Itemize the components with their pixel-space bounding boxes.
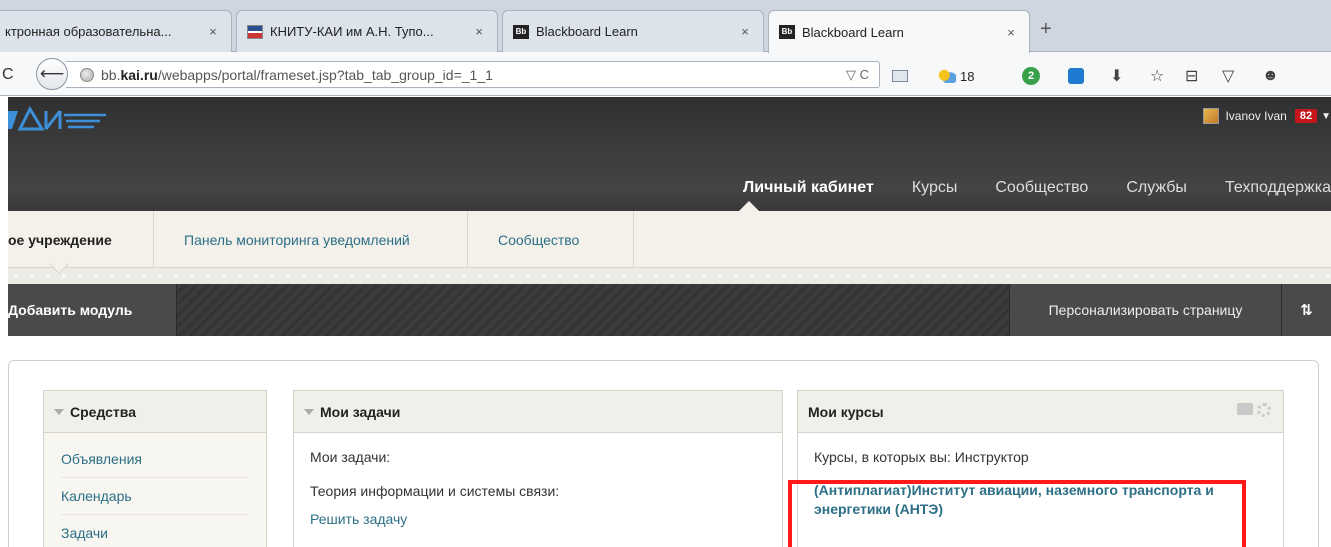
task-heading: Мои задачи: [310, 449, 391, 465]
collapse-triangle-icon[interactable] [304, 408, 314, 415]
module-tools: Средства Объявления Календарь Задачи [43, 390, 267, 547]
active-nav-pointer [739, 201, 759, 211]
add-module-button[interactable]: Добавить модуль [8, 284, 177, 336]
blackboard-icon: Bb [779, 25, 795, 39]
module-view-icon[interactable] [1237, 403, 1253, 415]
tab-title: Blackboard Learn [802, 24, 904, 40]
nav-services[interactable]: Службы [1126, 179, 1187, 197]
browser-tab-1[interactable]: ктронная образовательна... × [0, 10, 232, 52]
kai-logo[interactable] [8, 103, 108, 139]
link-announcements[interactable]: Объявления [61, 433, 249, 478]
url-reload-icon[interactable]: ▽ C [846, 67, 869, 83]
close-icon[interactable]: × [737, 24, 753, 39]
module-title: Мои задачи [320, 403, 401, 420]
extension-blue-icon[interactable] [1068, 66, 1084, 86]
tab-notification-dashboard[interactable]: Панель мониторинга уведомлений [154, 211, 468, 268]
module-header[interactable]: Средства [44, 391, 266, 433]
module-title: Мои курсы [808, 403, 884, 420]
nav-support[interactable]: Техподдержка [1225, 179, 1331, 197]
globe-icon [80, 67, 94, 82]
tab-my-institution[interactable]: ое учреждение [8, 211, 154, 268]
url-path: /webapps/portal/frameset.jsp?tab_tab_gro… [157, 66, 493, 83]
main-navigation: Личный кабинет Курсы Сообщество Службы Т… [705, 179, 1331, 197]
course-role-label: Курсы, в которых вы: Инструктор [814, 449, 1029, 465]
browser-tab-bar: ктронная образовательна... × КНИТУ-КАИ и… [0, 0, 1331, 53]
reload-partial-icon[interactable]: C [2, 66, 14, 84]
blackboard-icon: Bb [513, 24, 529, 39]
close-icon[interactable]: × [205, 24, 221, 39]
weather-temp: 18 [960, 68, 975, 84]
user-menu[interactable]: Ivanov Ivan 82 ▼ [1203, 105, 1331, 127]
tab-community[interactable]: Сообщество [468, 211, 634, 268]
arrow-left-icon: ⟵ [39, 64, 65, 83]
extension-badge-icon[interactable]: 2 [1022, 66, 1040, 86]
browser-tab-4-active[interactable]: Bb Blackboard Learn × [768, 10, 1030, 53]
notification-count-badge[interactable]: 82 [1294, 109, 1318, 123]
module-my-tasks: Мои задачи Мои задачи: Теория информации… [293, 390, 783, 547]
action-bar: Добавить модуль Персонализировать страни… [8, 284, 1331, 336]
link-calendar[interactable]: Календарь [61, 478, 249, 515]
tab-title: КНИТУ-КАИ им А.Н. Тупо... [270, 24, 434, 39]
nav-community[interactable]: Сообщество [995, 179, 1088, 197]
module-body: Мои задачи: Теория информации и системы … [294, 433, 782, 547]
url-host: bb. [101, 66, 121, 83]
decorative-divider [8, 268, 1331, 284]
user-name: Ivanov Ivan [1225, 109, 1287, 123]
chevron-down-icon[interactable]: ▼ [1321, 111, 1331, 122]
bookmark-star-icon[interactable]: ☆ [1150, 66, 1164, 86]
reading-list-icon[interactable]: ⊟ [1185, 66, 1198, 86]
module-tools [1237, 403, 1271, 417]
new-tab-button[interactable]: + [1040, 18, 1052, 41]
nav-courses[interactable]: Курсы [912, 179, 958, 197]
solve-task-link[interactable]: Решить задачу [294, 499, 782, 527]
chat-icon[interactable]: ☻ [1262, 66, 1279, 86]
tab-title: Blackboard Learn [536, 24, 638, 39]
module-title: Средства [70, 403, 137, 420]
download-icon[interactable]: ⬇ [1110, 66, 1123, 86]
nav-my-cabinet[interactable]: Личный кабинет [743, 179, 874, 197]
module-body: Объявления Календарь Задачи [44, 433, 266, 547]
site-header: Ivanov Ivan 82 ▼ Личный кабинет Курсы Со… [8, 97, 1331, 211]
link-tasks[interactable]: Задачи [61, 515, 249, 547]
url-host-bold: kai.ru [120, 66, 158, 83]
weather-icon[interactable]: 18 [938, 66, 974, 86]
sub-tabs: ое учреждение Панель мониторинга уведомл… [8, 211, 1331, 268]
gear-icon[interactable] [1257, 403, 1271, 417]
back-button[interactable]: ⟵ [36, 58, 68, 90]
personalize-page-button[interactable]: Персонализировать страницу [1009, 284, 1281, 336]
avatar [1203, 108, 1220, 124]
browser-tab-3[interactable]: Bb Blackboard Learn × [502, 10, 764, 52]
close-icon[interactable]: × [1003, 25, 1019, 40]
browser-tab-2[interactable]: КНИТУ-КАИ им А.Н. Тупо... × [236, 10, 498, 52]
url-bar[interactable]: bb. kai.ru/webapps/portal/frameset.jsp?ta… [66, 61, 880, 88]
reorder-icon[interactable]: ⇅ [1281, 284, 1331, 336]
tab-title: ктронная образовательна... [5, 24, 172, 39]
module-header[interactable]: Мои курсы [798, 391, 1283, 433]
mail-icon[interactable] [892, 66, 908, 86]
close-icon[interactable]: × [471, 24, 487, 39]
module-header[interactable]: Мои задачи [294, 391, 782, 433]
browser-nav-bar: C bb. kai.ru/webapps/portal/frameset.jsp?… [0, 52, 1331, 96]
pocket-icon[interactable]: ▽ [1222, 66, 1234, 86]
highlight-box [788, 480, 1246, 547]
kai-flag-icon [247, 24, 263, 39]
collapse-triangle-icon[interactable] [54, 408, 64, 415]
task-course: Теория информации и системы связи: [310, 483, 560, 499]
